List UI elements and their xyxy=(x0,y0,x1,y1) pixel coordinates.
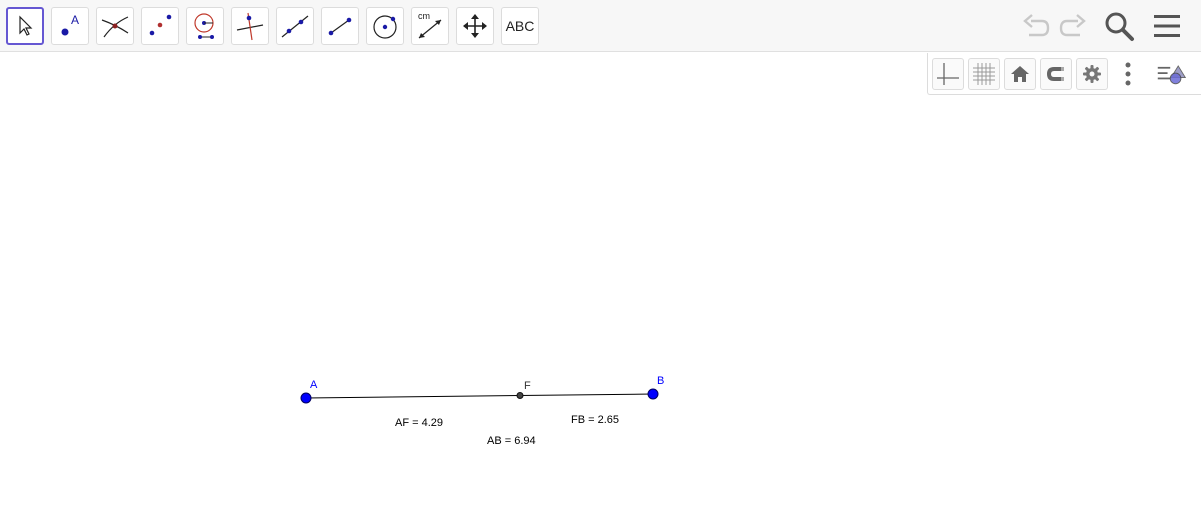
graphics-canvas[interactable]: A B F AF = 4.29 FB = 2.65 AB = 6.94 xyxy=(0,53,1201,500)
standard-view-button[interactable] xyxy=(1004,58,1036,90)
point-tool-button[interactable]: A xyxy=(51,7,89,45)
gear-icon xyxy=(1083,65,1101,83)
axes-icon xyxy=(937,63,959,85)
midpoint-tool-button[interactable] xyxy=(141,7,179,45)
distance-icon: cm xyxy=(418,11,442,39)
perpendicular-tool-button[interactable] xyxy=(231,7,269,45)
menu-icon xyxy=(1154,15,1180,37)
style-bar xyxy=(927,53,1201,95)
home-icon xyxy=(1011,66,1029,82)
point-icon: A xyxy=(61,13,79,36)
move-view-tool-button[interactable] xyxy=(456,7,494,45)
measurement-fb[interactable]: FB = 2.65 xyxy=(571,414,619,426)
graphics-view[interactable]: A B F AF = 4.29 FB = 2.65 AB = 6.94 xyxy=(0,53,1201,500)
measurement-ab[interactable]: AB = 6.94 xyxy=(487,435,536,447)
circle-radius-icon xyxy=(194,13,214,39)
point-b[interactable] xyxy=(647,388,659,400)
arrow-cursor-icon xyxy=(19,15,33,36)
segment-tool-button[interactable] xyxy=(321,7,359,45)
undo-icon xyxy=(1023,14,1050,37)
circle-radius-tool-button[interactable] xyxy=(186,7,224,45)
intersect-icon xyxy=(101,16,129,38)
move-view-icon xyxy=(463,14,487,38)
text-icon: ABC xyxy=(505,18,535,34)
toolbar: A cm ABC xyxy=(0,0,1201,52)
point-capturing-button[interactable] xyxy=(1040,58,1072,90)
point-b-label: B xyxy=(657,375,664,387)
segment-icon xyxy=(328,17,352,36)
main-menu-button[interactable] xyxy=(1149,8,1185,44)
distance-unit-label: cm xyxy=(418,11,430,21)
toggle-grid-button[interactable] xyxy=(968,58,1000,90)
measurement-af[interactable]: AF = 4.29 xyxy=(395,417,443,429)
circle-center-point-tool-button[interactable] xyxy=(366,7,404,45)
move-tool-button[interactable] xyxy=(6,7,44,45)
undo-button[interactable] xyxy=(1018,8,1054,44)
segment-ab[interactable] xyxy=(305,393,654,399)
circle-center-point-icon xyxy=(373,15,397,39)
point-f-label: F xyxy=(524,380,531,392)
search-icon xyxy=(1105,12,1134,41)
search-button[interactable] xyxy=(1101,8,1137,44)
style-bar-toggle-button[interactable] xyxy=(1156,58,1188,90)
intersect-tool-button[interactable] xyxy=(96,7,134,45)
svg-text:A: A xyxy=(71,13,79,27)
distance-tool-button[interactable]: cm xyxy=(411,7,449,45)
perpendicular-icon xyxy=(236,12,264,41)
point-a-label: A xyxy=(310,379,318,391)
redo-button[interactable] xyxy=(1055,8,1091,44)
point-f[interactable] xyxy=(516,392,524,399)
grid-icon xyxy=(973,63,995,85)
magnet-icon xyxy=(1047,67,1064,81)
midpoint-icon xyxy=(149,14,172,36)
settings-button[interactable] xyxy=(1076,58,1108,90)
line-icon xyxy=(281,15,309,38)
redo-icon xyxy=(1059,14,1086,37)
toggle-axes-button[interactable] xyxy=(932,58,964,90)
style-bar-toggle-icon xyxy=(1157,65,1187,85)
point-a[interactable] xyxy=(300,392,312,404)
more-options-button[interactable] xyxy=(1112,58,1144,90)
more-vert-icon xyxy=(1125,62,1131,86)
line-tool-button[interactable] xyxy=(276,7,314,45)
text-tool-button[interactable]: ABC xyxy=(501,7,539,45)
